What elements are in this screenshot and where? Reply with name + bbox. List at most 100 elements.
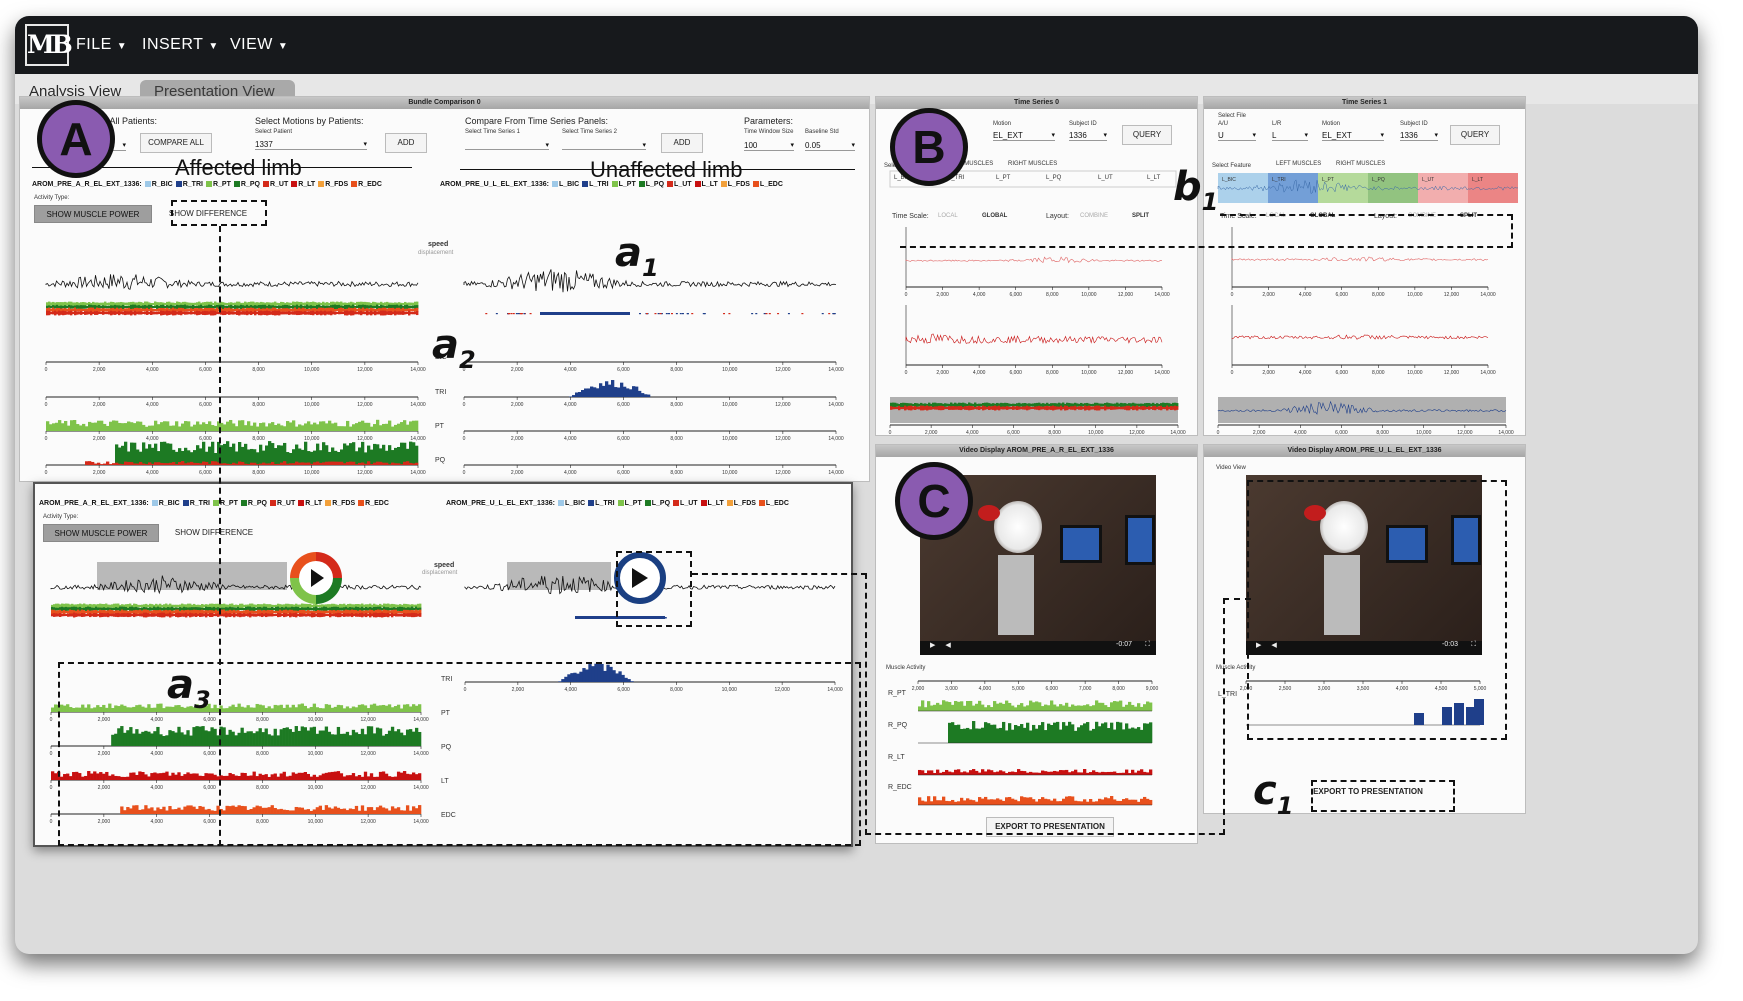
diff-mark <box>529 313 532 315</box>
activity-bar <box>397 446 401 465</box>
tick-label: 6,000 <box>199 470 212 476</box>
activity-bar <box>166 463 170 465</box>
activity-bar <box>1083 769 1087 775</box>
tick-label: 4,000 <box>146 436 159 442</box>
activity-bar <box>996 798 1000 805</box>
activity-bar <box>1044 798 1048 805</box>
activity-bar <box>1119 772 1123 775</box>
activity-bar <box>623 386 627 397</box>
activity-bar <box>605 381 609 397</box>
activity-bar <box>1017 726 1021 743</box>
tick-label: 8,000 <box>670 436 683 442</box>
tick-label: 8,000 <box>1046 292 1059 298</box>
activity-bar <box>1125 769 1129 775</box>
menu-view[interactable]: VIEW ▼ <box>230 36 288 54</box>
activity-bar <box>166 443 170 465</box>
activity-bar <box>1086 704 1090 711</box>
activity-bar <box>1053 704 1057 711</box>
diff-mark <box>751 313 754 315</box>
activity-bar <box>918 797 922 805</box>
tick-label: 8,000 <box>1372 292 1385 298</box>
activity-bar <box>1098 772 1102 775</box>
activity-bar <box>1101 723 1105 743</box>
activity-bar <box>933 772 937 775</box>
activity-bar <box>1086 801 1090 805</box>
diff-mark <box>821 313 824 315</box>
activity-bar <box>1104 705 1108 711</box>
activity-bar <box>361 441 365 465</box>
activity-bar <box>283 461 287 465</box>
annotation-C: C <box>895 462 973 540</box>
tick-label: 6,000 <box>1007 430 1020 436</box>
activity-bar <box>1053 798 1057 805</box>
tick-label: 4,000 <box>1299 292 1312 298</box>
activity-bar <box>966 772 970 775</box>
activity-bar <box>1038 799 1042 805</box>
activity-bar <box>265 463 269 465</box>
tick-label: 4,000 <box>146 367 159 373</box>
activity-bar <box>250 462 254 465</box>
activity-bar <box>280 462 284 465</box>
activity-bar <box>1026 772 1030 775</box>
activity-bar <box>382 423 386 431</box>
diff-mark <box>828 313 831 315</box>
inset-play-ring-left[interactable] <box>290 552 342 604</box>
activity-bar <box>1119 700 1123 711</box>
activity-bar <box>304 423 308 431</box>
activity-bar <box>1107 728 1111 743</box>
activity-bar <box>638 390 642 397</box>
activity-bar <box>51 771 55 780</box>
diff-mark <box>691 313 694 315</box>
tick-label: 12,000 <box>1457 430 1473 436</box>
activity-bar <box>963 771 967 775</box>
connector-line <box>692 573 867 575</box>
activity-bar <box>91 461 95 465</box>
tick-label: 2,000 <box>912 686 925 692</box>
activity-bar <box>984 722 988 743</box>
activity-bar <box>1062 722 1066 743</box>
activity-bar <box>584 388 588 397</box>
tick-label: 14,000 <box>828 436 844 442</box>
activity-bar <box>286 452 290 465</box>
activity-bar <box>118 463 122 465</box>
activity-bar <box>1014 772 1018 775</box>
activity-bar <box>160 422 164 431</box>
annotation-a1: a1 <box>615 230 659 282</box>
activity-bar <box>942 700 946 711</box>
activity-bar <box>1056 721 1060 743</box>
activity-bar <box>1104 797 1108 805</box>
activity-bar <box>1128 701 1132 711</box>
activity-bar <box>124 441 128 465</box>
activity-bar <box>247 421 251 431</box>
activity-bar <box>91 422 95 431</box>
activity-bar <box>981 704 985 711</box>
activity-bar <box>924 707 928 711</box>
diff-mark <box>590 617 594 619</box>
activity-bar <box>921 770 925 775</box>
activity-bar <box>280 425 284 431</box>
activity-bar <box>966 727 970 743</box>
activity-bar <box>322 421 326 431</box>
menu-insert[interactable]: INSERT ▼ <box>142 36 219 54</box>
activity-bar <box>930 705 934 711</box>
app-window: MB FILE ▼ INSERT ▼ VIEW ▼ Analysis View Pre… <box>15 16 1698 954</box>
activity-bar <box>1038 702 1042 711</box>
activity-bar <box>1050 700 1054 711</box>
activity-bar <box>1146 798 1150 805</box>
activity-bar <box>1122 706 1126 711</box>
activity-bar <box>990 707 994 711</box>
activity-bar <box>1116 701 1120 711</box>
activity-bar <box>415 420 419 431</box>
connector-line <box>1223 598 1225 835</box>
menu-file[interactable]: FILE ▼ <box>76 36 127 54</box>
tick-label: 8,000 <box>670 470 683 476</box>
tick-label: 2,000 <box>511 436 524 442</box>
activity-bar <box>1137 703 1141 711</box>
activity-bar <box>232 423 236 431</box>
activity-bar <box>115 444 119 465</box>
activity-bar <box>295 426 299 431</box>
activity-bar <box>987 799 991 805</box>
diff-mark <box>765 313 768 315</box>
activity-bar <box>85 426 89 431</box>
activity-bar <box>1134 772 1138 775</box>
